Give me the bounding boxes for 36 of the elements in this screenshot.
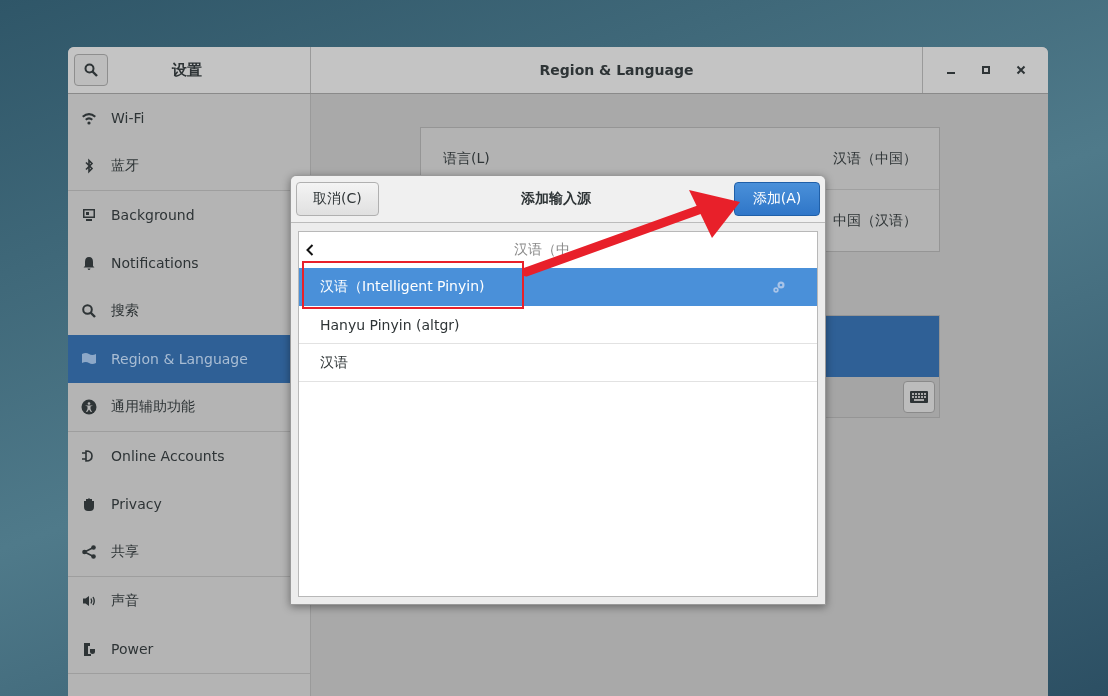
hand-icon	[81, 496, 97, 512]
row-value[interactable]: 汉语（中国）	[833, 149, 917, 168]
input-source-item[interactable]: Hanyu Pinyin (altgr)	[299, 306, 817, 344]
input-source-item[interactable]: 汉语（Intelligent Pinyin)	[299, 268, 817, 306]
sidebar-item[interactable]: 通用辅助功能	[68, 383, 310, 431]
dialog-title: 添加输入源	[521, 190, 592, 208]
speaker-icon	[81, 593, 97, 609]
person-icon	[81, 399, 97, 415]
list-heading: 汉语（中	[514, 241, 570, 259]
back-icon[interactable]	[306, 244, 314, 256]
sidebar-item[interactable]: 共享	[68, 528, 310, 576]
sidebar-item[interactable]: Power	[68, 625, 310, 673]
bell-icon	[81, 255, 97, 271]
input-source-item[interactable]: 汉语	[299, 344, 817, 382]
keyboard-button[interactable]	[903, 381, 935, 413]
window-title: Region & Language	[539, 62, 694, 78]
add-button[interactable]: 添加(A)	[734, 182, 820, 216]
sidebar-item[interactable]: Online Accounts	[68, 432, 310, 480]
search-icon	[81, 303, 97, 319]
flag-icon	[81, 351, 97, 367]
search-button[interactable]	[74, 54, 108, 86]
row-value[interactable]: 中国（汉语）	[833, 211, 917, 230]
share-icon	[81, 544, 97, 560]
close-icon[interactable]	[1015, 65, 1026, 75]
keyboard-icon	[910, 391, 928, 403]
wifi-icon	[81, 110, 97, 126]
sidebar-title: 设置	[172, 60, 202, 80]
sidebar-item[interactable]: 声音	[68, 577, 310, 625]
cancel-button[interactable]: 取消(C)	[296, 182, 379, 216]
monitor-icon	[81, 207, 97, 223]
sidebar-item[interactable]: Privacy	[68, 480, 310, 528]
maximize-icon[interactable]	[980, 65, 991, 75]
row-label: 语言(L)	[443, 149, 490, 168]
sidebar-item[interactable]: Wi-Fi	[68, 94, 310, 142]
plug-icon	[81, 641, 97, 657]
search-icon	[84, 63, 98, 77]
